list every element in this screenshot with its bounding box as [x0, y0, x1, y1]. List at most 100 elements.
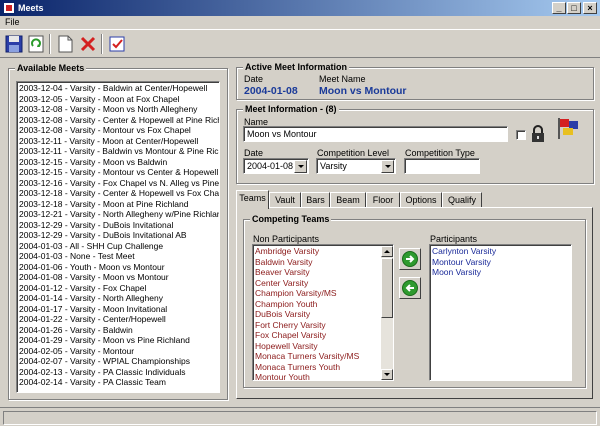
meet-list-item[interactable]: 2004-01-14 - Varsity - North Allegheny — [17, 293, 219, 304]
window-title: Meets — [18, 3, 44, 13]
toolbar-separator — [101, 34, 103, 54]
chevron-down-icon[interactable] — [381, 160, 394, 173]
meet-list-item[interactable]: 2003-12-29 - Varsity - DuBois Invitation… — [17, 220, 219, 231]
maximize-button[interactable]: □ — [567, 2, 581, 14]
non-participant-item[interactable]: DuBois Varsity — [253, 309, 393, 320]
scroll-thumb[interactable] — [381, 258, 393, 318]
tab-beam[interactable]: Beam — [330, 192, 366, 208]
available-meets-list[interactable]: 2003-12-04 - Varsity - Baldwin at Center… — [16, 81, 220, 393]
date-dropdown-value: 2004-01-08 — [247, 161, 294, 171]
meet-list-item[interactable]: 2004-02-13 - Varsity - PA Classic Indivi… — [17, 367, 219, 378]
flag-icon[interactable] — [555, 116, 581, 140]
competition-level-label: Competition Level — [317, 148, 390, 158]
non-participant-item[interactable]: Center Varsity — [253, 278, 393, 289]
non-participant-item[interactable]: Champion Youth — [253, 299, 393, 310]
non-participant-item[interactable]: Baldwin Varsity — [253, 257, 393, 268]
arrow-right-icon — [402, 251, 418, 267]
meet-list-item[interactable]: 2003-12-16 - Varsity - Fox Chapel vs N. … — [17, 178, 219, 189]
meet-list-item[interactable]: 2004-01-12 - Varsity - Fox Chapel — [17, 283, 219, 294]
scroll-down-button[interactable] — [381, 369, 393, 380]
close-window-button[interactable]: × — [583, 2, 597, 14]
meet-list-item[interactable]: 2004-02-07 - Varsity - WPIAL Championshi… — [17, 356, 219, 367]
meet-list-item[interactable]: 2004-01-03 - All - SHH Cup Challenge — [17, 241, 219, 252]
meet-list-item[interactable]: 2003-12-11 - Varsity - Moon at Center/Ho… — [17, 136, 219, 147]
save-icon[interactable] — [3, 33, 25, 55]
toolbar-separator — [49, 34, 51, 54]
meet-list-item[interactable]: 2003-12-15 - Varsity - Montour vs Center… — [17, 167, 219, 178]
arrow-left-icon — [402, 280, 418, 296]
meet-list-item[interactable]: 2003-12-05 - Varsity - Moon at Fox Chape… — [17, 94, 219, 105]
app-icon — [3, 2, 15, 14]
new-document-icon[interactable] — [54, 33, 76, 55]
meet-name-input[interactable]: Moon vs Montour — [243, 126, 508, 142]
tab-vault[interactable]: Vault — [269, 192, 301, 208]
meet-list-item[interactable]: 2003-12-04 - Varsity - Baldwin at Center… — [17, 83, 219, 94]
scroll-up-button[interactable] — [381, 246, 393, 257]
meet-list-item[interactable]: 2004-02-05 - Varsity - Montour — [17, 346, 219, 357]
non-participants-scrollbar[interactable] — [381, 246, 393, 380]
date-label: Date — [244, 148, 264, 158]
add-team-button[interactable] — [399, 248, 421, 270]
non-participant-item[interactable]: Ambridge Varsity — [253, 246, 393, 257]
meet-list-item[interactable]: 2004-01-22 - Varsity - Center/Hopewell — [17, 314, 219, 325]
lock-checkbox[interactable] — [516, 130, 526, 140]
menu-bar: File — [0, 16, 600, 29]
remove-team-button[interactable] — [399, 277, 421, 299]
non-participant-item[interactable]: Monaca Turners Youth — [253, 362, 393, 373]
date-dropdown[interactable]: 2004-01-08 — [243, 158, 309, 174]
meet-list-item[interactable]: 2003-12-15 - Varsity - Moon vs Baldwin — [17, 157, 219, 168]
refresh-icon[interactable] — [25, 33, 47, 55]
competition-type-input[interactable] — [404, 158, 480, 174]
non-participant-item[interactable]: Monaca Turners Varsity/MS — [253, 351, 393, 362]
participants-list[interactable]: Carlynton Varsity Montour Varsity Moon Var… — [429, 244, 572, 381]
meet-list-item[interactable]: 2003-12-08 - Varsity - Montour vs Fox Ch… — [17, 125, 219, 136]
available-meets-title: Available Meets — [15, 63, 87, 73]
meet-list-item[interactable]: 2004-01-26 - Varsity - Baldwin — [17, 325, 219, 336]
meet-list-item[interactable]: 2003-12-08 - Varsity - Moon vs North All… — [17, 104, 219, 115]
meet-info-title: Meet Information - (8) — [243, 104, 339, 114]
meet-list-item[interactable]: 2004-01-08 - Varsity - Moon vs Montour — [17, 272, 219, 283]
status-panel — [3, 411, 597, 425]
meet-list-item[interactable]: 2003-12-18 - Varsity - Moon at Pine Rich… — [17, 199, 219, 210]
competition-type-label: Competition Type — [405, 148, 475, 158]
non-participants-list[interactable]: Ambridge Varsity Baldwin Varsity Beaver Va… — [252, 244, 394, 381]
non-participant-item[interactable]: Champion Varsity/MS — [253, 288, 393, 299]
active-date-label: Date — [244, 74, 264, 84]
meet-list-item[interactable]: 2003-12-08 - Varsity - Center & Hopewell… — [17, 115, 219, 126]
meet-list-item[interactable]: 2004-01-06 - Youth - Moon vs Montour — [17, 262, 219, 273]
delete-icon[interactable] — [77, 33, 99, 55]
status-bar — [0, 407, 600, 426]
minimize-button[interactable]: _ — [552, 2, 566, 14]
meet-list-item[interactable]: 2004-01-29 - Varsity - Moon vs Pine Rich… — [17, 335, 219, 346]
meet-list-item[interactable]: 2003-12-18 - Varsity - Center & Hopewell… — [17, 188, 219, 199]
competition-level-value: Varsity — [320, 161, 347, 171]
competition-level-dropdown[interactable]: Varsity — [316, 158, 396, 174]
meet-list-item[interactable]: 2003-12-11 - Varsity - Baldwin vs Montou… — [17, 146, 219, 157]
non-participants-label: Non Participants — [253, 234, 320, 244]
meet-list-item[interactable]: 2004-02-14 - Varsity - PA Classic Team — [17, 377, 219, 388]
participant-item[interactable]: Moon Varsity — [430, 267, 571, 278]
participant-item[interactable]: Montour Varsity — [430, 257, 571, 268]
non-participant-item[interactable]: Montour Youth — [253, 372, 393, 380]
meet-list-item[interactable]: 2004-01-03 - None - Test Meet — [17, 251, 219, 262]
meet-list-item[interactable]: 2004-01-17 - Varsity - Moon Invitational — [17, 304, 219, 315]
non-participant-item[interactable]: Hopewell Varsity — [253, 341, 393, 352]
competing-teams-title: Competing Teams — [250, 214, 332, 224]
non-participant-item[interactable]: Beaver Varsity — [253, 267, 393, 278]
chevron-down-icon[interactable] — [294, 160, 307, 173]
non-participant-item[interactable]: Fox Chapel Varsity — [253, 330, 393, 341]
non-participant-item[interactable]: Fort Cherry Varsity — [253, 320, 393, 331]
lock-icon — [530, 125, 546, 143]
active-meet-name-value: Moon vs Montour — [319, 85, 407, 97]
tab-bars[interactable]: Bars — [301, 192, 330, 208]
active-meet-title: Active Meet Information — [243, 62, 350, 72]
checklist-icon[interactable] — [106, 33, 128, 55]
participant-item[interactable]: Carlynton Varsity — [430, 246, 571, 257]
menu-file[interactable]: File — [5, 17, 20, 27]
tab-floor[interactable]: Floor — [366, 192, 400, 208]
tab-qualify[interactable]: Qualify — [442, 192, 482, 208]
tab-options[interactable]: Options — [400, 192, 442, 208]
tab-teams[interactable]: Teams — [236, 190, 269, 209]
meet-list-item[interactable]: 2003-12-21 - Varsity - North Allegheny w… — [17, 209, 219, 220]
meet-list-item[interactable]: 2003-12-29 - Varsity - DuBois Invitation… — [17, 230, 219, 241]
